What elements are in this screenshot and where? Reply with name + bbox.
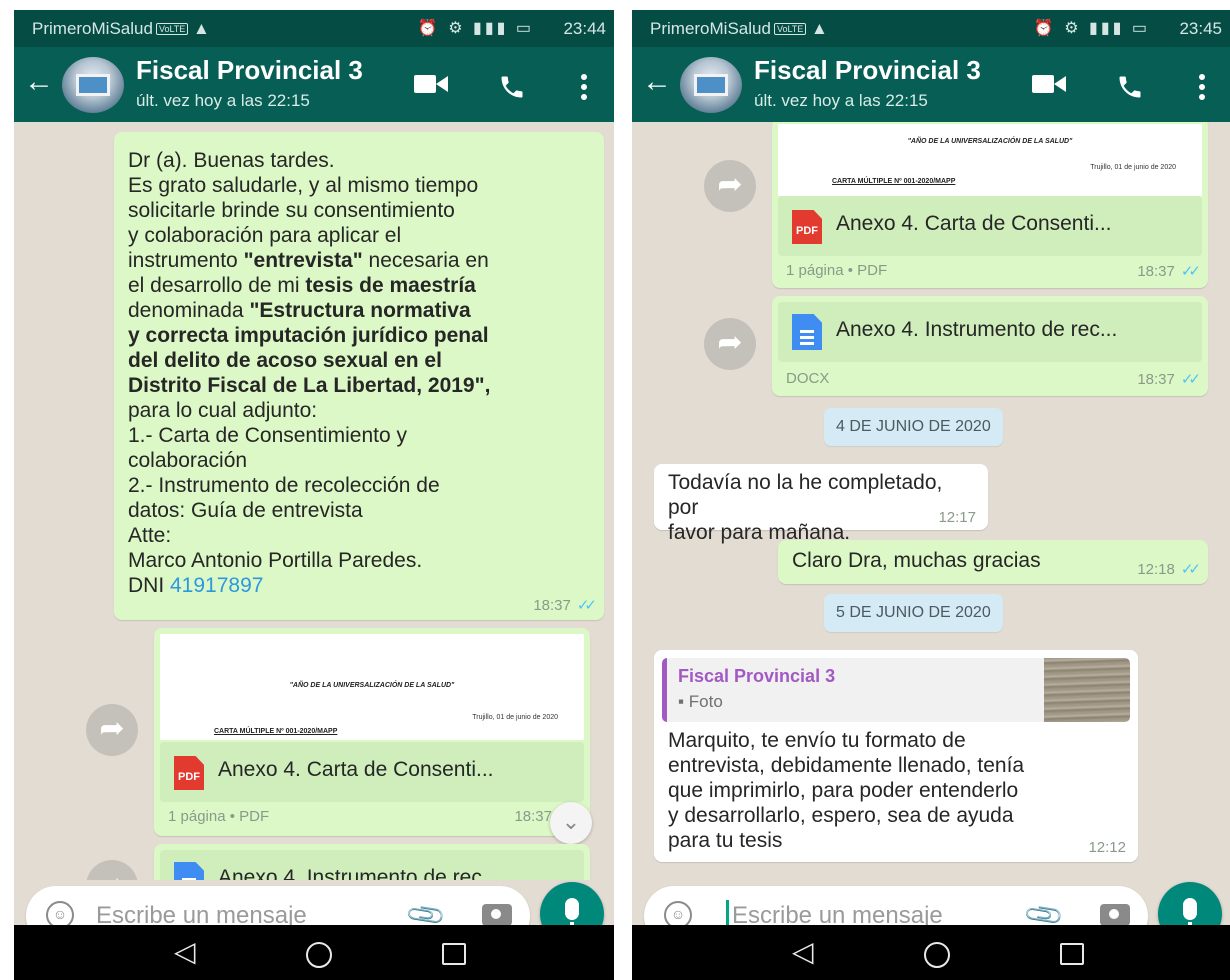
back-arrow-icon[interactable]: ← xyxy=(642,65,672,99)
message-bubble-incoming[interactable]: Fiscal Provincial 3 ▪ Foto Marquito, te … xyxy=(654,650,1138,862)
document-row[interactable]: Anexo 4. Instrumento de rec... xyxy=(160,850,584,880)
message-text: Marquito, te envío tu formato de entrevi… xyxy=(668,729,1025,852)
status-bar: PrimeroMiSalud VoLTE ▲ ⏰ ⚙ ▮▮▮ ▭ 23:45 xyxy=(632,10,1230,47)
quoted-type: ▪ Foto xyxy=(678,692,723,711)
nav-recents-icon[interactable] xyxy=(1060,943,1084,965)
message-time: 18:37 ✓✓ xyxy=(1137,371,1201,388)
carrier-name: PrimeroMiSalud VoLTE ▲ xyxy=(32,19,210,38)
message-time: 12:12 xyxy=(1088,839,1126,856)
camera-icon[interactable] xyxy=(1100,904,1130,926)
document-message-docx[interactable]: Anexo 4. Instrumento de rec... DOCX 18:3… xyxy=(772,296,1208,396)
message-bubble-outgoing[interactable]: Dr (a). Buenas tardes. Es grato saludarl… xyxy=(114,132,604,620)
docx-icon xyxy=(792,314,822,350)
document-meta: DOCX xyxy=(786,370,830,387)
document-name: Anexo 4. Instrumento de rec... xyxy=(836,318,1118,341)
document-message-pdf[interactable]: "AÑO DE LA UNIVERSALIZACIÓN DE LA SALUD"… xyxy=(154,628,590,836)
nav-recents-icon[interactable] xyxy=(442,943,466,965)
photo-icon: ▪ xyxy=(678,692,685,711)
document-row[interactable]: PDF Anexo 4. Carta de Consenti... xyxy=(160,742,584,802)
date-separator: 5 DE JUNIO DE 2020 xyxy=(824,594,1003,632)
document-row[interactable]: PDF Anexo 4. Carta de Consenti... xyxy=(778,196,1202,256)
last-seen: últ. vez hoy a las 22:15 xyxy=(754,91,928,110)
nav-home-icon[interactable] xyxy=(306,942,332,968)
document-preview: "AÑO DE LA UNIVERSALIZACIÓN DE LA SALUD"… xyxy=(778,124,1202,196)
quoted-sender: Fiscal Provincial 3 xyxy=(678,666,836,686)
document-preview: "AÑO DE LA UNIVERSALIZACIÓN DE LA SALUD"… xyxy=(160,634,584,740)
last-seen: últ. vez hoy a las 22:15 xyxy=(136,91,310,110)
document-message-docx[interactable]: Anexo 4. Instrumento de rec... xyxy=(154,844,590,880)
message-time: 18:37 ✓✓ xyxy=(533,597,597,614)
document-name: Anexo 4. Carta de Consenti... xyxy=(836,212,1112,235)
left-phone-screen: PrimeroMiSalud VoLTE ▲ ⏰ ⚙ ▮▮▮ ▭ 23:44 ← … xyxy=(14,10,614,980)
chat-area[interactable]: Dr (a). Buenas tardes. Es grato saludarl… xyxy=(14,122,614,880)
phone-call-icon[interactable] xyxy=(1116,73,1144,101)
forward-icon[interactable]: ➦ xyxy=(86,704,138,756)
document-meta: 1 página • PDF xyxy=(168,808,270,825)
message-bubble-outgoing[interactable]: Claro Dra, muchas gracias 12:18 ✓✓ xyxy=(778,540,1208,584)
contact-name[interactable]: Fiscal Provincial 3 xyxy=(136,55,363,86)
message-time: 18:37 xyxy=(514,808,552,825)
pdf-icon: PDF xyxy=(174,756,204,790)
quoted-photo-thumbnail[interactable] xyxy=(1044,658,1130,722)
message-time: 12:18 ✓✓ xyxy=(1137,561,1201,578)
status-icons: ⏰ ⚙ ▮▮▮ ▭ xyxy=(1033,20,1150,37)
message-time: 18:37 ✓✓ xyxy=(1137,263,1201,280)
android-nav-bar: ◁ xyxy=(632,925,1230,980)
avatar[interactable] xyxy=(62,57,124,113)
chat-header: ← Fiscal Provincial 3 últ. vez hoy a las… xyxy=(632,47,1230,122)
forward-icon[interactable]: ➦ xyxy=(86,860,138,880)
forward-icon[interactable]: ➦ xyxy=(704,160,756,212)
message-text: Todavía no la he completado, por favor p… xyxy=(668,471,943,544)
status-clock: 23:44 xyxy=(563,19,606,38)
avatar[interactable] xyxy=(680,57,742,113)
right-phone-screen: PrimeroMiSalud VoLTE ▲ ⏰ ⚙ ▮▮▮ ▭ 23:45 ← … xyxy=(632,10,1230,980)
document-message-pdf[interactable]: "AÑO DE LA UNIVERSALIZACIÓN DE LA SALUD"… xyxy=(772,122,1208,288)
docx-icon xyxy=(174,862,204,880)
phone-call-icon[interactable] xyxy=(498,73,526,101)
back-arrow-icon[interactable]: ← xyxy=(24,65,54,99)
android-nav-bar: ◁ xyxy=(14,925,614,980)
quoted-message[interactable]: Fiscal Provincial 3 ▪ Foto xyxy=(662,658,1130,722)
phone-number-link[interactable]: 41917897 xyxy=(170,574,263,597)
nav-home-icon[interactable] xyxy=(924,942,950,968)
more-vert-icon[interactable] xyxy=(1198,73,1206,101)
forward-icon[interactable]: ➦ xyxy=(704,318,756,370)
message-text: Dr (a). Buenas tardes. Es grato saludarl… xyxy=(128,149,491,597)
video-call-icon[interactable] xyxy=(1032,73,1066,95)
status-bar: PrimeroMiSalud VoLTE ▲ ⏰ ⚙ ▮▮▮ ▭ 23:44 xyxy=(14,10,614,47)
document-meta: 1 página • PDF xyxy=(786,262,888,279)
document-row[interactable]: Anexo 4. Instrumento de rec... xyxy=(778,302,1202,362)
chat-area[interactable]: ➦ "AÑO DE LA UNIVERSALIZACIÓN DE LA SALU… xyxy=(632,122,1230,880)
chat-header: ← Fiscal Provincial 3 últ. vez hoy a las… xyxy=(14,47,614,122)
nav-back-icon[interactable]: ◁ xyxy=(174,935,196,968)
status-clock: 23:45 xyxy=(1179,19,1222,38)
message-bubble-incoming[interactable]: Todavía no la he completado, por favor p… xyxy=(654,464,988,544)
more-vert-icon[interactable] xyxy=(580,73,588,101)
camera-icon[interactable] xyxy=(482,904,512,926)
document-name: Anexo 4. Carta de Consenti... xyxy=(218,758,494,781)
contact-name[interactable]: Fiscal Provincial 3 xyxy=(754,55,981,86)
date-separator: 4 DE JUNIO DE 2020 xyxy=(824,408,1003,446)
nav-back-icon[interactable]: ◁ xyxy=(792,935,814,968)
message-time: 12:17 xyxy=(938,509,976,526)
carrier-name: PrimeroMiSalud VoLTE ▲ xyxy=(650,19,828,38)
video-call-icon[interactable] xyxy=(414,73,448,95)
pdf-icon: PDF xyxy=(792,210,822,244)
status-icons: ⏰ ⚙ ▮▮▮ ▭ xyxy=(417,20,534,37)
document-name: Anexo 4. Instrumento de rec... xyxy=(218,866,500,880)
scroll-down-icon[interactable]: ⌄ xyxy=(550,802,592,844)
read-ticks-icon: ✓✓ xyxy=(576,597,597,614)
